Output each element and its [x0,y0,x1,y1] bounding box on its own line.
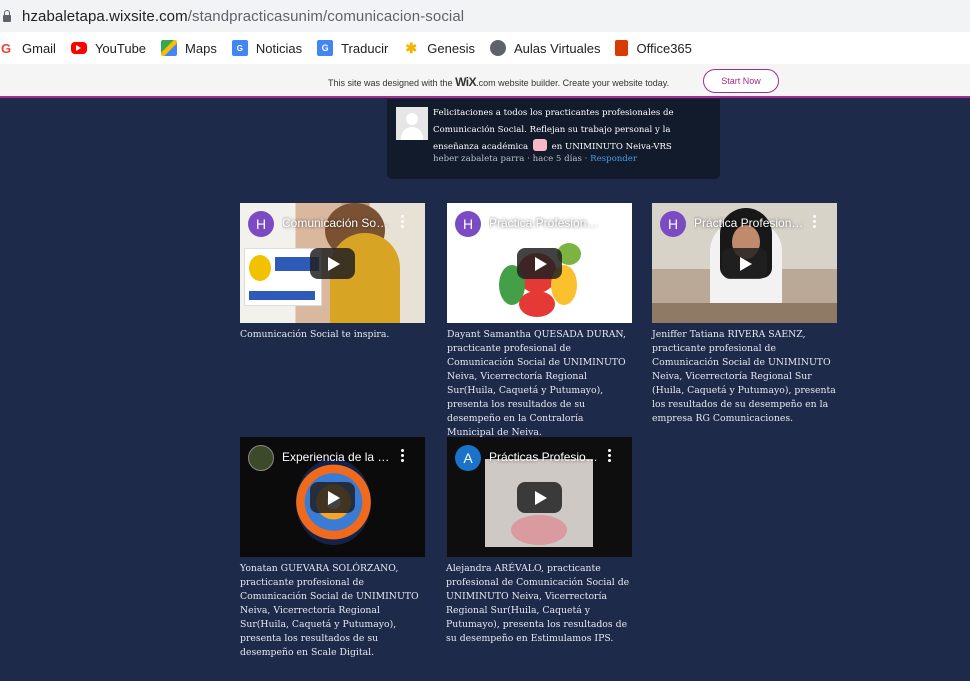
channel-avatar[interactable]: H [660,211,686,237]
wix-text-before: This site was designed with the [328,78,456,88]
translate-icon: G [317,40,334,56]
play-button[interactable] [517,248,562,279]
video-card: H Comunicación Social te inspira Comunic… [240,203,425,342]
video-title[interactable]: Práctica Profesional Dayant [489,216,599,230]
bookmark-traducir[interactable]: G Traducir [317,40,388,56]
bookmark-youtube[interactable]: YouTube [70,40,147,56]
play-button[interactable] [310,248,355,279]
google-icon: G [0,40,12,56]
channel-avatar[interactable]: A [455,445,481,471]
video-caption: Alejandra ARÉVALO, practicante profesion… [446,563,630,644]
comment-time: hace 5 días [532,154,582,164]
url-text[interactable]: hzabaletapa.wixsite.com/standpracticasun… [22,8,464,25]
more-options-icon[interactable] [813,215,817,229]
comment-text-part2: en UNIMINUTO Neiva-VRS [551,142,672,152]
video-title[interactable]: Práctica Profesional Jeniffer [694,216,804,230]
lock-icon[interactable] [2,10,12,22]
news-icon: G [231,40,248,56]
wix-text-after: .com website builder. Create your websit… [476,78,670,88]
comment-author[interactable]: heber zabaleta parra [433,154,524,164]
wix-banner-message: This site was designed with the WiX.com … [328,75,669,89]
thumbs-up-icon [532,139,547,151]
url-domain: hzabaletapa.wixsite.com [22,7,188,25]
channel-avatar[interactable]: H [455,211,481,237]
reply-link[interactable]: Responder [590,154,637,164]
url-path: /standpracticasunim/comunicacion-social [187,7,465,25]
bookmarks-bar: G Gmail YouTube Maps G Noticias G Traducir … [0,32,970,64]
bookmark-noticias[interactable]: G Noticias [231,40,303,56]
video-caption: Comunicación Social te inspira. [240,329,390,340]
comment-card: Felicitaciones a todos los practicantes … [387,99,720,179]
bookmark-label: Maps [185,40,217,56]
bookmark-label: Traducir [341,40,389,56]
play-button[interactable] [517,482,562,513]
video-card: A Prácticas Profesionales Alejandra ARÉV… [446,437,632,646]
video-title[interactable]: Comunicación Social te inspira [282,216,392,230]
more-options-icon[interactable] [608,215,612,229]
video-caption: Jeniffer Tatiana RIVERA SAENZ, practican… [652,329,836,424]
bookmark-gmail[interactable]: G Gmail [0,40,56,56]
wix-banner: This site was designed with the WiX.com … [0,64,970,98]
bookmark-label: Gmail [22,40,56,56]
bookmark-maps[interactable]: Maps [161,40,217,56]
video-card: H Práctica Profesional Dayant Dayant Sam… [447,203,632,440]
video-card: H Práctica Profesional Jeniffer Jeniffer… [652,203,837,426]
wix-logo: WiX [455,75,477,89]
video-caption: Dayant Samantha QUESADA DURAN, practican… [447,329,626,438]
video-thumbnail[interactable]: H Práctica Profesional Jeniffer [652,203,837,323]
comment-text: Felicitaciones a todos los practicantes … [433,105,711,156]
more-options-icon[interactable] [401,215,405,229]
bookmark-office365[interactable]: Office365 [615,40,692,56]
play-button[interactable] [722,248,767,279]
video-thumbnail[interactable]: A Prácticas Profesionales [447,437,632,557]
globe-icon [490,40,506,56]
bookmark-label: Genesis [427,40,475,56]
bookmark-aulas-virtuales[interactable]: Aulas Virtuales [490,40,600,56]
genesis-icon: ✱ [405,39,418,56]
bookmark-label: Noticias [255,40,303,56]
channel-avatar[interactable] [248,445,274,471]
play-button[interactable] [310,482,355,513]
avatar[interactable] [396,107,428,140]
more-options-icon[interactable] [608,449,612,463]
video-thumbnail[interactable]: H Comunicación Social te inspira [240,203,425,323]
bookmark-label: Aulas Virtuales [514,40,601,56]
bookmark-label: Office365 [636,40,692,56]
maps-icon [161,40,178,56]
video-title[interactable]: Experiencia de la práctica [282,450,392,464]
video-title[interactable]: Prácticas Profesionales [489,450,599,464]
video-thumbnail[interactable]: Experiencia de la práctica [240,437,425,557]
video-thumbnail[interactable]: H Práctica Profesional Dayant [447,203,632,323]
video-caption: Yonatan GUEVARA SOLÓRZANO, practicante p… [240,563,419,658]
more-options-icon[interactable] [401,449,405,463]
bookmark-label: YouTube [94,40,147,56]
channel-avatar[interactable]: H [248,211,274,237]
video-card: Experiencia de la práctica Yonatan GUEVA… [240,437,425,660]
office-icon [615,40,629,56]
start-now-button[interactable]: Start Now [703,69,779,93]
youtube-icon [70,42,87,54]
address-bar[interactable]: hzabaletapa.wixsite.com/standpracticasun… [0,0,970,32]
comment-meta: heber zabaleta parra · hace 5 días · Res… [433,154,637,164]
bookmark-genesis[interactable]: ✱ Genesis [403,40,475,56]
